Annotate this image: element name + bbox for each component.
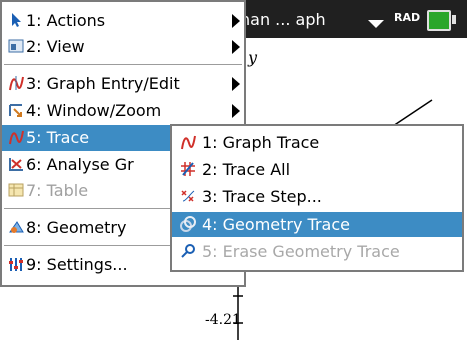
- y-axis-letter: y: [248, 48, 258, 67]
- chevron-down-icon[interactable]: [368, 20, 384, 28]
- submenu-arrow-icon: [232, 104, 240, 118]
- trace-all-icon: [180, 161, 196, 177]
- window-zoom-icon: [8, 102, 24, 118]
- angle-mode-label: RAD: [394, 11, 421, 24]
- trace-step-icon: [180, 188, 196, 204]
- menu-item-label: 8: Geometry: [26, 218, 127, 237]
- submenu-arrow-icon: [232, 77, 240, 91]
- graph-trace-icon: [180, 134, 196, 150]
- submenu-arrow-icon: [232, 40, 240, 54]
- submenu-item-trace-all[interactable]: 2: Trace All: [172, 157, 462, 182]
- submenu-arrow-icon: [232, 14, 240, 28]
- menu-item-graph-entry-edit[interactable]: 3: Graph Entry/Edit: [2, 71, 244, 97]
- menu-item-label: 7: Table: [26, 181, 89, 200]
- analyse-graph-icon: [8, 156, 24, 172]
- menu-item-label: 2: View: [26, 37, 85, 56]
- settings-icon: [8, 256, 24, 272]
- trace-submenu: 1: Graph Trace 2: Trace All 3: Trace Ste…: [170, 124, 464, 272]
- menu-item-label: 9: Settings...: [26, 255, 128, 274]
- submenu-item-erase-geometry-trace[interactable]: 5: Erase Geometry Trace: [172, 239, 462, 264]
- graph-entry-icon: [8, 75, 24, 91]
- document-title[interactable]: han ... aph: [240, 10, 326, 29]
- menu-item-window-zoom[interactable]: 4: Window/Zoom: [2, 98, 244, 124]
- battery-tip-icon: [452, 15, 456, 24]
- menu-item-actions[interactable]: 1: Actions: [2, 8, 244, 34]
- submenu-item-label: 3: Trace Step...: [202, 187, 322, 206]
- menu-item-label: 3: Graph Entry/Edit: [26, 74, 180, 93]
- menu-item-label: 1: Actions: [26, 11, 106, 30]
- menu-item-label: 6: Analyse Gr: [26, 155, 134, 174]
- submenu-item-graph-trace[interactable]: 1: Graph Trace: [172, 130, 462, 155]
- submenu-item-label: 5: Erase Geometry Trace: [202, 242, 400, 261]
- menu-item-label: 4: Window/Zoom: [26, 101, 162, 120]
- submenu-item-label: 2: Trace All: [202, 160, 291, 179]
- view-window-icon: [8, 38, 24, 54]
- erase-geometry-trace-icon: [180, 243, 196, 259]
- submenu-item-label: 1: Graph Trace: [202, 133, 320, 152]
- axis-tick-label: -4.21: [205, 312, 241, 328]
- submenu-item-trace-step[interactable]: 3: Trace Step...: [172, 184, 462, 209]
- menu-item-label: 5: Trace: [26, 128, 90, 147]
- table-icon: [8, 182, 24, 198]
- geometry-icon: [8, 219, 24, 235]
- submenu-item-geometry-trace[interactable]: 4: Geometry Trace: [172, 212, 462, 237]
- menu-item-view[interactable]: 2: View: [2, 34, 244, 60]
- menu-divider: [4, 64, 242, 65]
- trace-icon: [8, 129, 24, 145]
- geometry-trace-icon: [180, 216, 196, 232]
- battery-icon: [427, 10, 451, 31]
- cursor-arrow-icon: [8, 12, 24, 28]
- submenu-item-label: 4: Geometry Trace: [202, 215, 350, 234]
